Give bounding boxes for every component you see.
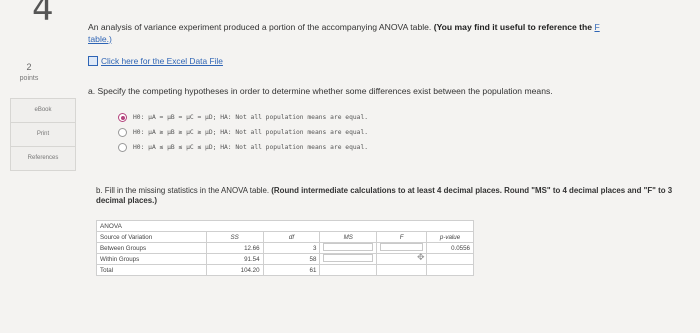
print-button[interactable]: Print: [11, 123, 75, 147]
excel-file-icon: [88, 56, 98, 66]
intro-text: An analysis of variance experiment produ…: [88, 22, 432, 32]
header-pvalue: p-value: [426, 231, 474, 243]
header-ms: MS: [319, 231, 378, 243]
ss-between: 12.66: [205, 242, 264, 254]
hypothesis-options: H0: μA = μB = μC = μD; HA: Not all popul…: [118, 110, 368, 155]
question-number: 4: [32, 0, 54, 29]
excel-link-text[interactable]: Click here for the Excel Data File: [101, 56, 223, 66]
move-cursor-icon: ✥: [417, 252, 425, 262]
source-within: Within Groups: [96, 253, 207, 265]
ss-within: 91.54: [205, 253, 264, 265]
ms-within-input[interactable]: [319, 253, 378, 265]
source-between: Between Groups: [96, 242, 207, 254]
radio-button-selected[interactable]: [118, 113, 127, 122]
header-source: Source of Variation: [96, 231, 207, 243]
df-total: 61: [262, 264, 321, 276]
part-b-text: b. Fill in the missing statistics in the…: [96, 186, 270, 195]
table-row: Total 104.20 61: [96, 264, 474, 276]
option-label: H0: μA = μB = μC = μD; HA: Not all popul…: [133, 114, 369, 121]
source-total: Total: [96, 264, 207, 276]
part-b-prompt: b. Fill in the missing statistics in the…: [96, 186, 676, 207]
hypothesis-option-2[interactable]: H0: μA ≥ μB ≥ μC ≥ μD; HA: Not all popul…: [118, 125, 368, 140]
intro-bold: (You may find it useful to reference the: [433, 22, 595, 32]
anova-table: ANOVA Source of Variation SS df MS F p-v…: [96, 220, 475, 276]
sidebar: eBook Print References: [10, 98, 76, 171]
part-a-prompt: a. Specify the competing hypotheses in o…: [88, 86, 553, 96]
header-df: df: [262, 231, 321, 243]
hypothesis-option-3[interactable]: H0: μA ≤ μB ≤ μC ≤ μD; HA: Not all popul…: [118, 140, 368, 155]
points-label: points: [19, 74, 39, 82]
points-value: 2: [26, 62, 32, 72]
points-indicator: 2 points: [14, 62, 44, 83]
question-intro: An analysis of variance experiment produ…: [88, 22, 694, 45]
f-table-link-prefix[interactable]: F: [594, 22, 599, 32]
radio-button[interactable]: [118, 143, 127, 152]
anova-title: ANOVA: [96, 220, 207, 232]
ms-between-input[interactable]: [319, 242, 378, 254]
hypothesis-option-1[interactable]: H0: μA = μB = μC = μD; HA: Not all popul…: [118, 110, 368, 125]
header-f: F: [376, 231, 428, 243]
df-between: 3: [262, 242, 321, 254]
radio-button[interactable]: [118, 128, 127, 137]
option-label: H0: μA ≤ μB ≤ μC ≤ μD; HA: Not all popul…: [133, 144, 369, 151]
f-table-link[interactable]: table.): [88, 34, 112, 44]
references-button[interactable]: References: [11, 147, 75, 170]
ss-total: 104.20: [205, 264, 264, 276]
option-label: H0: μA ≥ μB ≥ μC ≥ μD; HA: Not all popul…: [133, 129, 369, 136]
df-within: 58: [262, 253, 321, 265]
p-value: 0.0556: [426, 242, 474, 254]
ebook-button[interactable]: eBook: [11, 99, 75, 123]
header-ss: SS: [205, 231, 264, 243]
excel-data-link[interactable]: Click here for the Excel Data File: [88, 56, 223, 66]
